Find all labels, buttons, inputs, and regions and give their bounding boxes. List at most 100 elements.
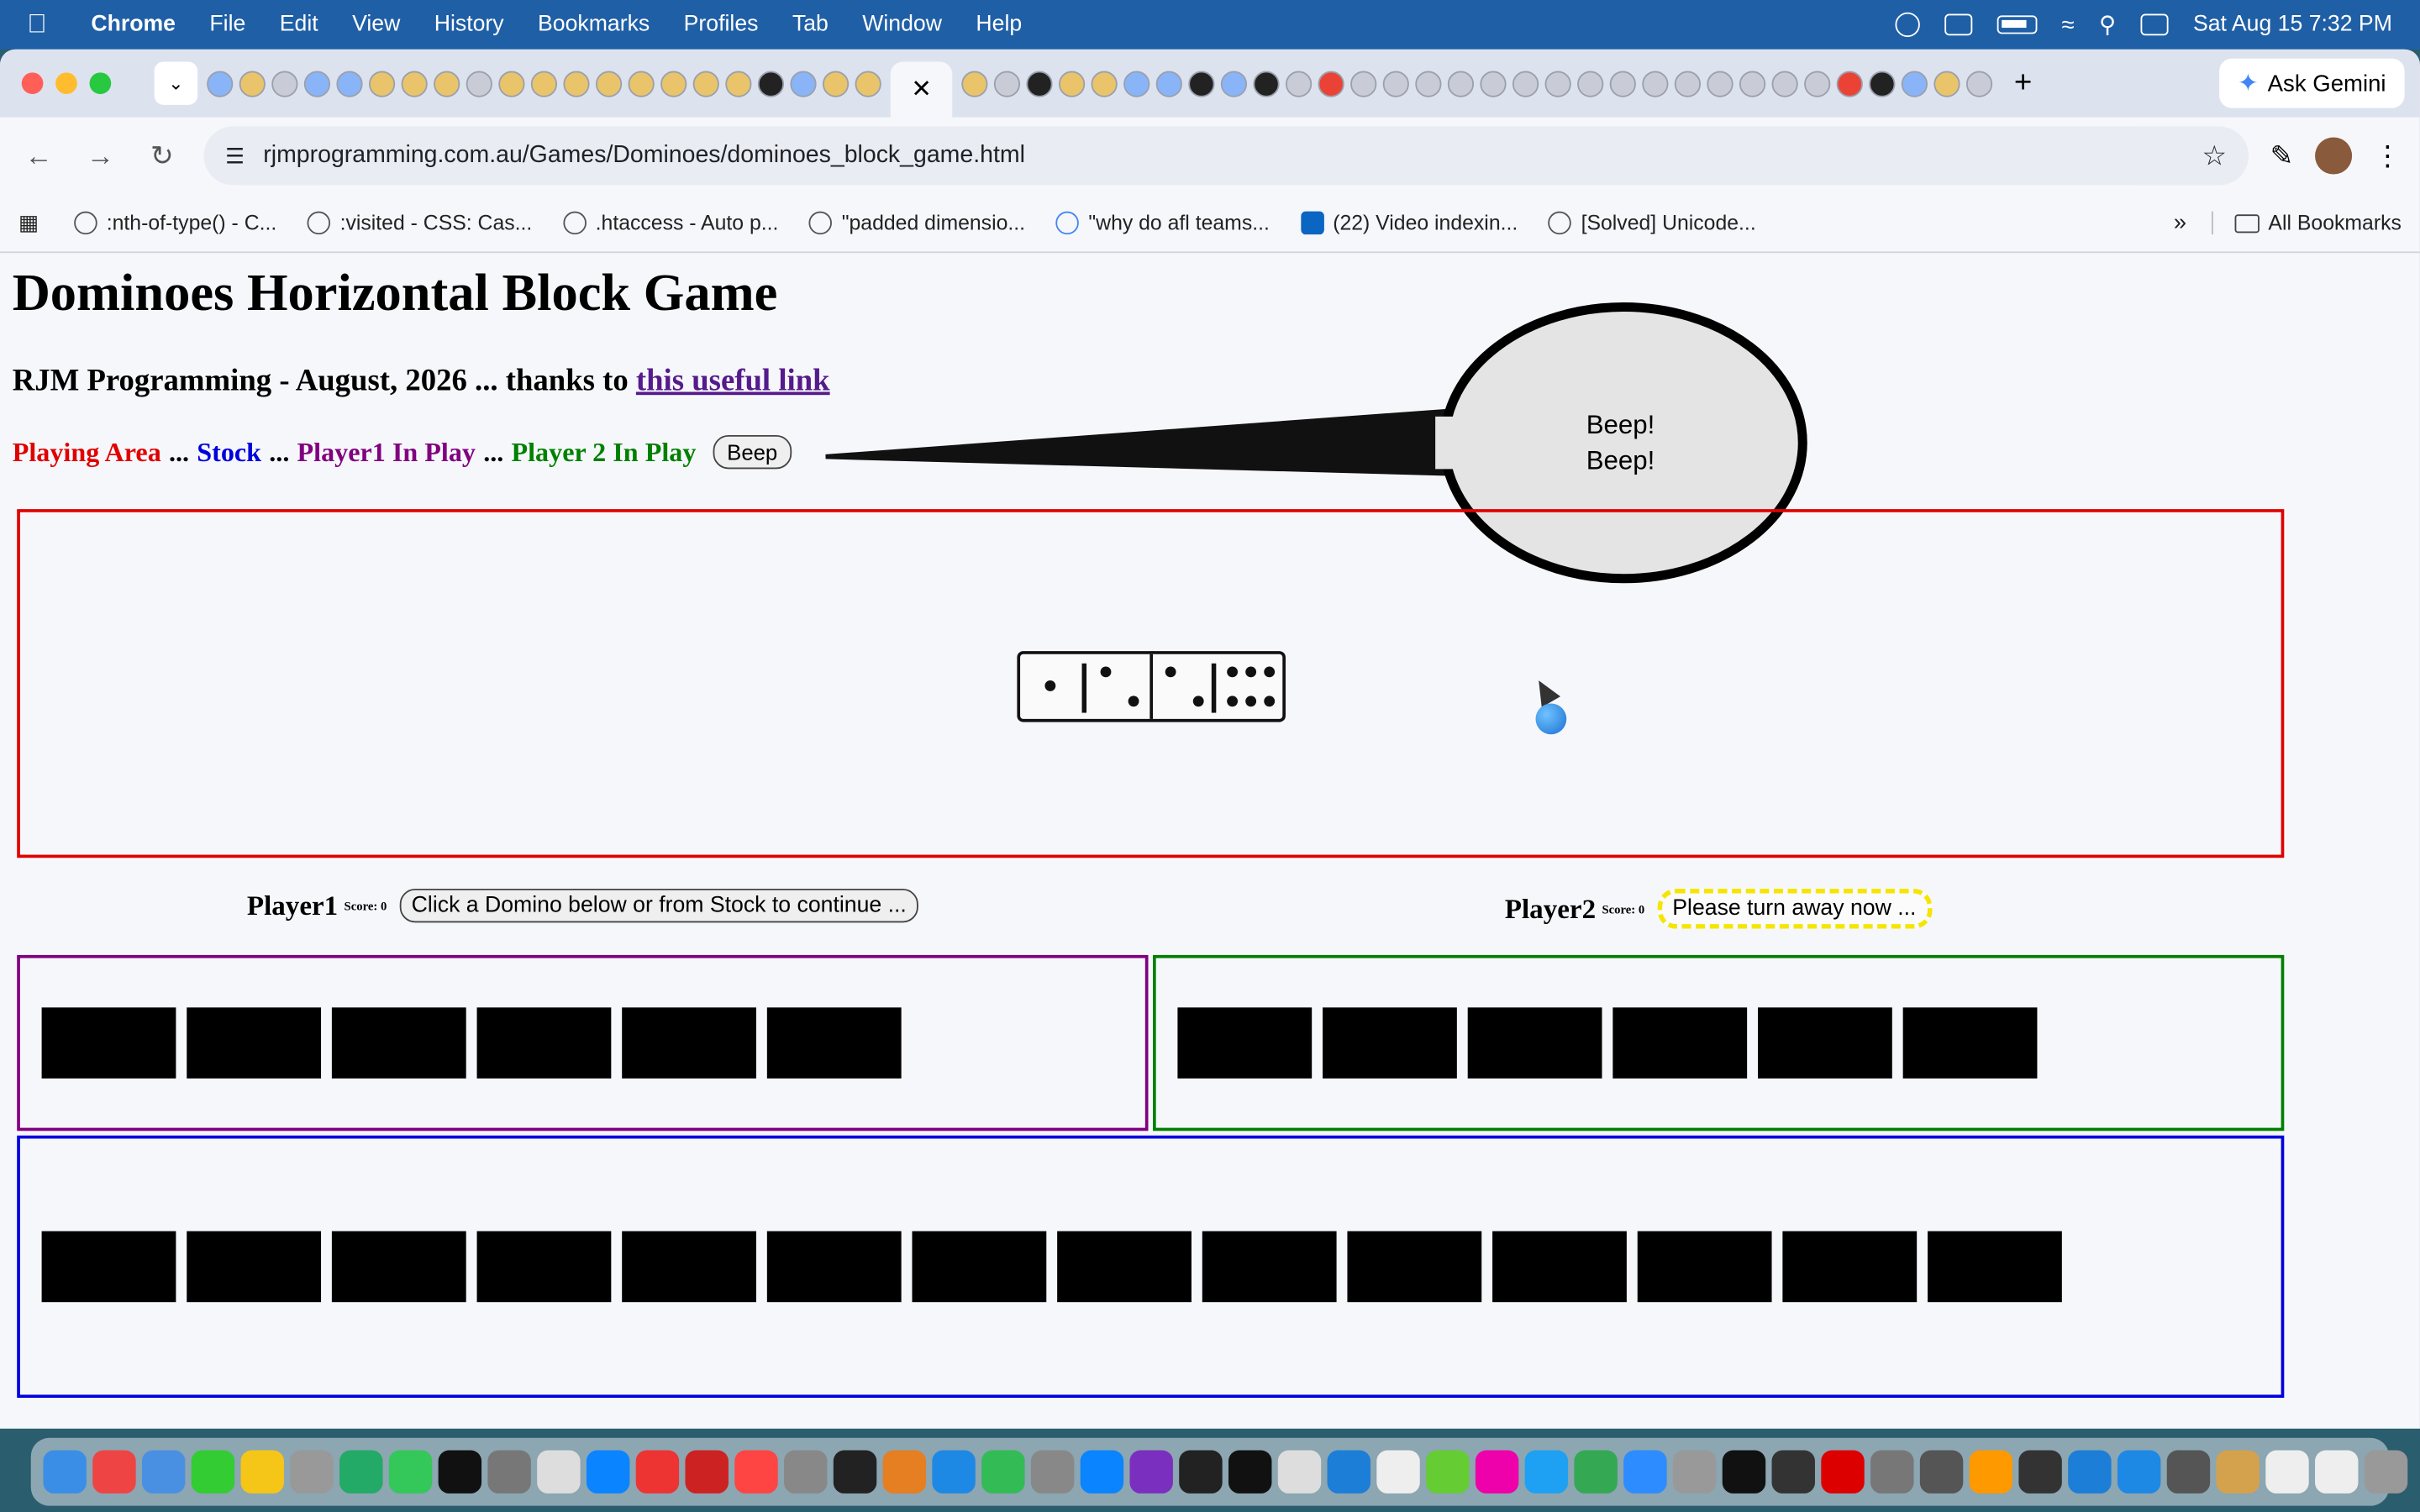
dock-app-icon[interactable]	[388, 1450, 433, 1494]
dock-app-icon[interactable]	[734, 1450, 778, 1494]
reload-icon[interactable]: ↻	[142, 136, 182, 176]
player2-domino-facedown[interactable]	[1612, 1007, 1748, 1079]
stock-domino-facedown[interactable]	[331, 1231, 466, 1303]
clock[interactable]: Sat Aug 15 7:32 PM	[2193, 13, 2392, 37]
tab-favicon[interactable]	[1480, 70, 1507, 97]
dock-app-icon[interactable]	[1426, 1450, 1470, 1494]
menu-edit[interactable]: Edit	[263, 13, 335, 37]
tab-favicon[interactable]	[1382, 70, 1409, 97]
tab-favicon[interactable]	[1123, 70, 1150, 97]
tab-favicon[interactable]	[725, 70, 752, 97]
tab-favicon[interactable]	[1869, 70, 1896, 97]
dock-app-icon[interactable]	[1327, 1450, 1370, 1494]
dock-app-icon[interactable]	[1919, 1450, 1964, 1494]
tab-favicon[interactable]	[401, 70, 428, 97]
new-tab-plus-icon[interactable]: +	[2014, 66, 2032, 101]
wifi-icon[interactable]: ≈	[2061, 12, 2074, 38]
useful-link[interactable]: this useful link	[636, 364, 830, 397]
bookmark-star-icon[interactable]: ☆	[2202, 139, 2228, 172]
player1-domino-facedown[interactable]	[476, 1007, 612, 1079]
dock-app-icon[interactable]	[1475, 1450, 1519, 1494]
dock-app-icon[interactable]	[438, 1450, 482, 1494]
tab-favicon[interactable]	[1836, 70, 1863, 97]
tab-favicon[interactable]	[595, 70, 623, 97]
tab-favicon[interactable]	[1901, 70, 1928, 97]
dock-app-icon[interactable]	[1228, 1450, 1272, 1494]
dock-app-icon[interactable]	[882, 1450, 927, 1494]
dock-app-icon[interactable]	[2117, 1450, 2161, 1494]
stock-domino-facedown[interactable]	[187, 1231, 322, 1303]
tab-favicon[interactable]	[368, 70, 396, 97]
tab-favicon[interactable]	[239, 70, 266, 97]
tab-favicon[interactable]	[1350, 70, 1377, 97]
tab-favicon[interactable]	[961, 70, 988, 97]
dock-app-icon[interactable]	[1821, 1450, 1865, 1494]
tab-favicon[interactable]	[1285, 70, 1313, 97]
kebab-menu-icon[interactable]: ⋮	[2374, 139, 2402, 172]
bookmark-item[interactable]: .htaccess - Auto p...	[563, 211, 778, 235]
bookmark-item[interactable]: [Solved] Unicode...	[1549, 211, 1756, 235]
dock-app-icon[interactable]	[932, 1450, 976, 1494]
bookmark-item[interactable]: "why do afl teams...	[1055, 211, 1270, 235]
domino-in-play[interactable]	[1017, 651, 1286, 722]
more-bookmarks-chevron-icon[interactable]: »	[2174, 210, 2186, 236]
active-tab[interactable]: ✕	[890, 61, 953, 118]
dock-app-icon[interactable]	[2068, 1450, 2112, 1494]
tab-favicon[interactable]	[1609, 70, 1636, 97]
stock-domino-facedown[interactable]	[1492, 1231, 1627, 1303]
ask-gemini-button[interactable]: ✦ Ask Gemini	[2219, 58, 2405, 108]
stock-domino-facedown[interactable]	[1782, 1231, 1918, 1303]
tab-favicon[interactable]	[271, 70, 298, 97]
menu-help[interactable]: Help	[959, 13, 1039, 37]
tab-favicon[interactable]	[466, 70, 492, 97]
dock-app-icon[interactable]	[2265, 1450, 2309, 1494]
tab-favicon[interactable]	[530, 70, 558, 97]
tab-favicon[interactable]	[563, 70, 590, 97]
menu-bookmarks[interactable]: Bookmarks	[521, 13, 667, 37]
site-info-icon[interactable]: ☰	[225, 143, 245, 169]
tab-favicon[interactable]	[1188, 70, 1215, 97]
tab-favicon[interactable]	[1091, 70, 1118, 97]
player1-domino-facedown[interactable]	[187, 1007, 322, 1079]
dock-app-icon[interactable]	[2166, 1450, 2211, 1494]
tab-search-chevron-icon[interactable]: ⌄	[154, 61, 198, 105]
back-arrow-icon[interactable]: ←	[18, 136, 59, 176]
dock-app-icon[interactable]	[2364, 1450, 2408, 1494]
search-icon[interactable]: ⚲	[2099, 11, 2116, 39]
stock-domino-facedown[interactable]	[1637, 1231, 1772, 1303]
stock-domino-facedown[interactable]	[1347, 1231, 1482, 1303]
profile-avatar[interactable]	[2315, 137, 2353, 175]
dock-app-icon[interactable]	[1623, 1450, 1667, 1494]
tab-favicon[interactable]	[1965, 70, 1993, 97]
dock-app-icon[interactable]	[1524, 1450, 1569, 1494]
dock-app-icon[interactable]	[1179, 1450, 1223, 1494]
tab-favicon[interactable]	[1674, 70, 1702, 97]
tab-favicon[interactable]	[790, 70, 817, 97]
close-tab-icon[interactable]: ✕	[911, 74, 932, 105]
menu-app-name[interactable]: Chrome	[74, 13, 192, 37]
tab-favicon[interactable]	[660, 70, 687, 97]
tab-favicon[interactable]	[336, 70, 363, 97]
tab-favicon[interactable]	[993, 70, 1021, 97]
address-bar[interactable]: ☰ rjmprogramming.com.au/Games/Dominoes/d…	[203, 126, 2249, 186]
apps-grid-icon[interactable]: ▦	[18, 210, 52, 236]
tab-favicon[interactable]	[1415, 70, 1442, 97]
tab-favicon[interactable]	[1804, 70, 1831, 97]
battery-icon[interactable]	[1996, 15, 2038, 34]
zoom-window-button[interactable]	[89, 72, 112, 95]
playing-area[interactable]	[17, 509, 2285, 858]
player1-domino-facedown[interactable]	[331, 1007, 466, 1079]
player1-domino-facedown[interactable]	[766, 1007, 902, 1079]
dock-app-icon[interactable]	[487, 1450, 531, 1494]
bookmark-item[interactable]: :visited - CSS: Cas...	[308, 211, 532, 235]
tab-favicon[interactable]	[207, 70, 234, 97]
tab-favicon[interactable]	[1253, 70, 1280, 97]
tab-favicon[interactable]	[303, 70, 331, 97]
caption-icon[interactable]	[1944, 13, 1972, 36]
menu-view[interactable]: View	[335, 13, 418, 37]
forward-arrow-icon[interactable]: →	[81, 136, 121, 176]
player2-domino-facedown[interactable]	[1902, 1007, 2038, 1079]
tab-favicon[interactable]	[757, 70, 785, 97]
tab-favicon[interactable]	[628, 70, 655, 97]
tab-favicon[interactable]	[1512, 70, 1539, 97]
